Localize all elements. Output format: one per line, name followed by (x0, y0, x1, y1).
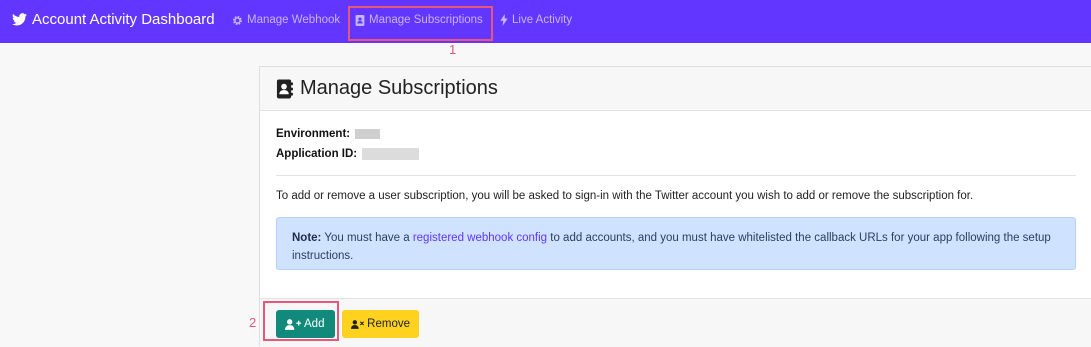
lightning-icon (500, 14, 508, 26)
gear-icon (232, 15, 243, 25)
application-id-row: Application ID: (276, 148, 420, 161)
annotation-number-2: 2 (249, 315, 257, 330)
top-navbar: Account Activity Dashboard Manage Webhoo… (0, 0, 1091, 43)
annotation-number-1: 1 (449, 42, 457, 57)
user-times-icon (351, 319, 365, 329)
note-text-before: You must have a (321, 232, 413, 244)
address-book-icon (276, 79, 293, 99)
subscription-description: To add or remove a user subscription, yo… (276, 190, 974, 202)
annotation-box-2 (263, 301, 339, 341)
environment-label: Environment: (276, 128, 351, 140)
remove-button[interactable]: Remove (342, 310, 419, 338)
nav-manage-webhook-label: Manage Webhook (247, 14, 341, 26)
annotation-box-1 (348, 6, 493, 41)
subscriptions-card: Manage Subscriptions Environment: Applic… (259, 66, 1091, 347)
card-footer: Add Remove (260, 298, 1091, 347)
environment-value-redacted (355, 128, 381, 139)
registered-webhook-config-link[interactable]: registered webhook config (413, 232, 547, 244)
twitter-bird-icon (12, 13, 27, 26)
card-header: Manage Subscriptions (260, 67, 1091, 111)
brand-title: Account Activity Dashboard (32, 11, 215, 28)
application-id-label: Application ID: (276, 148, 358, 161)
brand-link[interactable]: Account Activity Dashboard (12, 11, 215, 28)
application-id-value-redacted (362, 148, 420, 160)
environment-row: Environment: (276, 128, 381, 140)
remove-button-label: Remove (367, 318, 410, 330)
section-divider (276, 175, 1076, 176)
nav-live-activity[interactable]: Live Activity (500, 14, 572, 26)
note-bold-label: Note: (292, 232, 322, 244)
nav-manage-webhook[interactable]: Manage Webhook (232, 14, 340, 26)
page-title: Manage Subscriptions (300, 77, 498, 99)
note-alert: Note: You must have a registered webhook… (276, 217, 1076, 270)
nav-live-activity-label: Live Activity (512, 14, 573, 26)
